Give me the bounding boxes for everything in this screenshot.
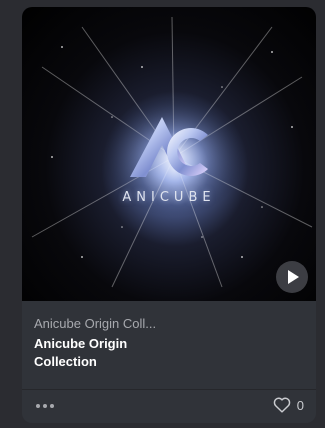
nft-card[interactable]: ANICUBE Anicube Origin Coll... Anicube O…	[22, 7, 316, 423]
play-button[interactable]	[276, 261, 308, 293]
collection-name-link[interactable]: Anicube Origin Coll...	[34, 315, 304, 332]
media-brand-text: ANICUBE	[122, 190, 216, 205]
favorite-button[interactable]: 0	[273, 397, 304, 413]
play-icon	[288, 270, 299, 284]
nft-media[interactable]: ANICUBE	[22, 7, 316, 301]
favorite-count: 0	[296, 397, 304, 413]
card-footer: 0	[22, 389, 316, 423]
card-info: Anicube Origin Coll... Anicube Origin Co…	[34, 315, 304, 371]
more-options-icon[interactable]	[36, 398, 58, 414]
item-title[interactable]: Anicube Origin Collection	[34, 335, 164, 371]
heart-outline-icon	[273, 397, 291, 413]
anicube-artwork	[31, 16, 313, 288]
